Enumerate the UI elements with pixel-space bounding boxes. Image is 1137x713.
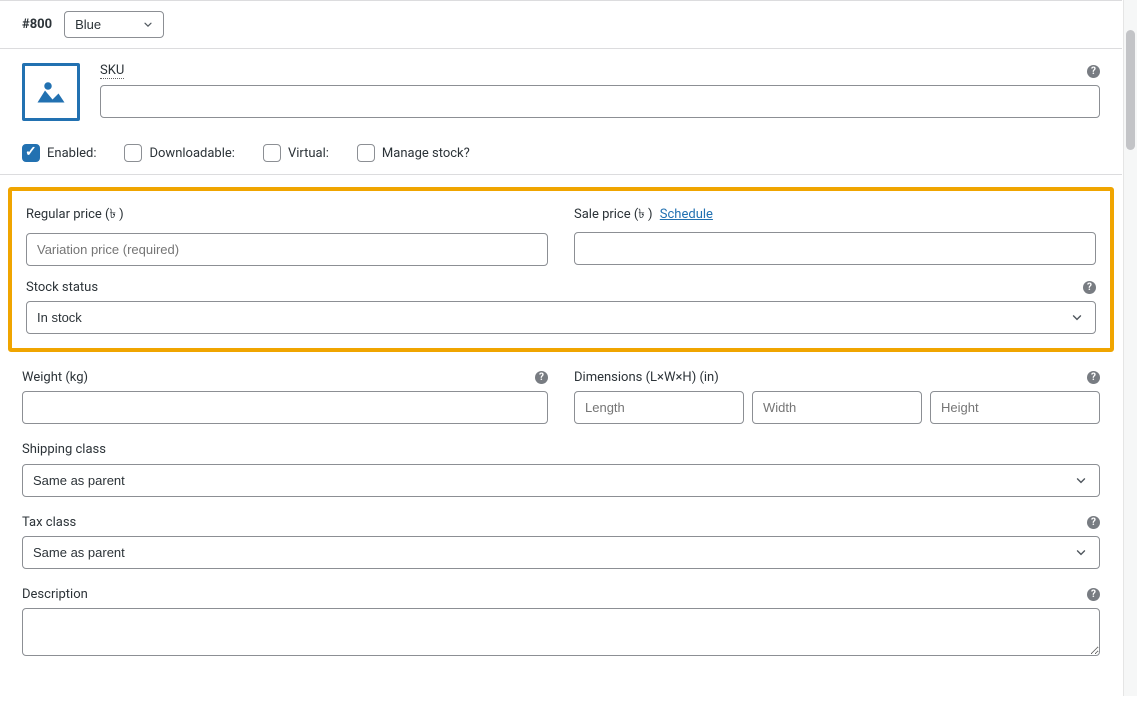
stock-status-label: Stock status	[26, 280, 98, 295]
virtual-checkbox[interactable]	[263, 144, 281, 162]
downloadable-label: Downloadable:	[149, 146, 234, 161]
help-icon[interactable]: ?	[1087, 65, 1100, 78]
width-input[interactable]	[752, 391, 922, 424]
shipping-class-label: Shipping class	[22, 442, 1100, 458]
help-icon[interactable]: ?	[1083, 281, 1096, 294]
tax-class-select[interactable]: Same as parent	[22, 536, 1100, 569]
variation-id: #800	[22, 17, 52, 32]
length-input[interactable]	[574, 391, 744, 424]
options-row: Enabled: Downloadable: Virtual: Manage s…	[0, 132, 1122, 175]
enabled-checkbox-wrap[interactable]: Enabled:	[22, 144, 96, 162]
description-label: Description	[22, 587, 88, 602]
downloadable-checkbox-wrap[interactable]: Downloadable:	[124, 144, 234, 162]
description-textarea[interactable]	[22, 608, 1100, 656]
manage-stock-label: Manage stock?	[382, 146, 470, 161]
help-icon[interactable]: ?	[535, 371, 548, 384]
image-placeholder-icon	[33, 74, 69, 110]
variation-header: #800 Blue	[0, 0, 1122, 49]
sku-label: SKU	[100, 63, 124, 79]
downloadable-checkbox[interactable]	[124, 144, 142, 162]
weight-label: Weight (kg)	[22, 370, 88, 385]
sale-price-input[interactable]	[574, 232, 1096, 265]
enabled-label: Enabled:	[47, 146, 96, 161]
variation-image-upload[interactable]	[22, 63, 80, 121]
manage-stock-checkbox-wrap[interactable]: Manage stock?	[357, 144, 470, 162]
stock-status-select[interactable]: In stock	[26, 301, 1096, 334]
attribute-color-select[interactable]: Blue	[64, 11, 164, 38]
virtual-label: Virtual:	[288, 146, 329, 161]
sku-input[interactable]	[100, 85, 1100, 118]
regular-price-label: Regular price (৳ )	[26, 205, 548, 227]
manage-stock-checkbox[interactable]	[357, 144, 375, 162]
scrollbar-track[interactable]	[1123, 0, 1137, 696]
enabled-checkbox[interactable]	[22, 144, 40, 162]
sale-price-label: Sale price (৳ )	[574, 207, 653, 222]
help-icon[interactable]: ?	[1087, 371, 1100, 384]
help-icon[interactable]: ?	[1087, 588, 1100, 601]
help-icon[interactable]: ?	[1087, 516, 1100, 529]
regular-price-input[interactable]	[26, 233, 548, 266]
scrollbar-thumb[interactable]	[1126, 30, 1135, 150]
weight-input[interactable]	[22, 391, 548, 424]
price-stock-highlight: Regular price (৳ ) Sale price (৳ ) Sched…	[8, 187, 1114, 352]
shipping-class-select[interactable]: Same as parent	[22, 464, 1100, 497]
height-input[interactable]	[930, 391, 1100, 424]
dimensions-label: Dimensions (L×W×H) (in)	[574, 370, 719, 385]
tax-class-label: Tax class	[22, 515, 76, 530]
schedule-link[interactable]: Schedule	[660, 207, 713, 222]
virtual-checkbox-wrap[interactable]: Virtual:	[263, 144, 329, 162]
